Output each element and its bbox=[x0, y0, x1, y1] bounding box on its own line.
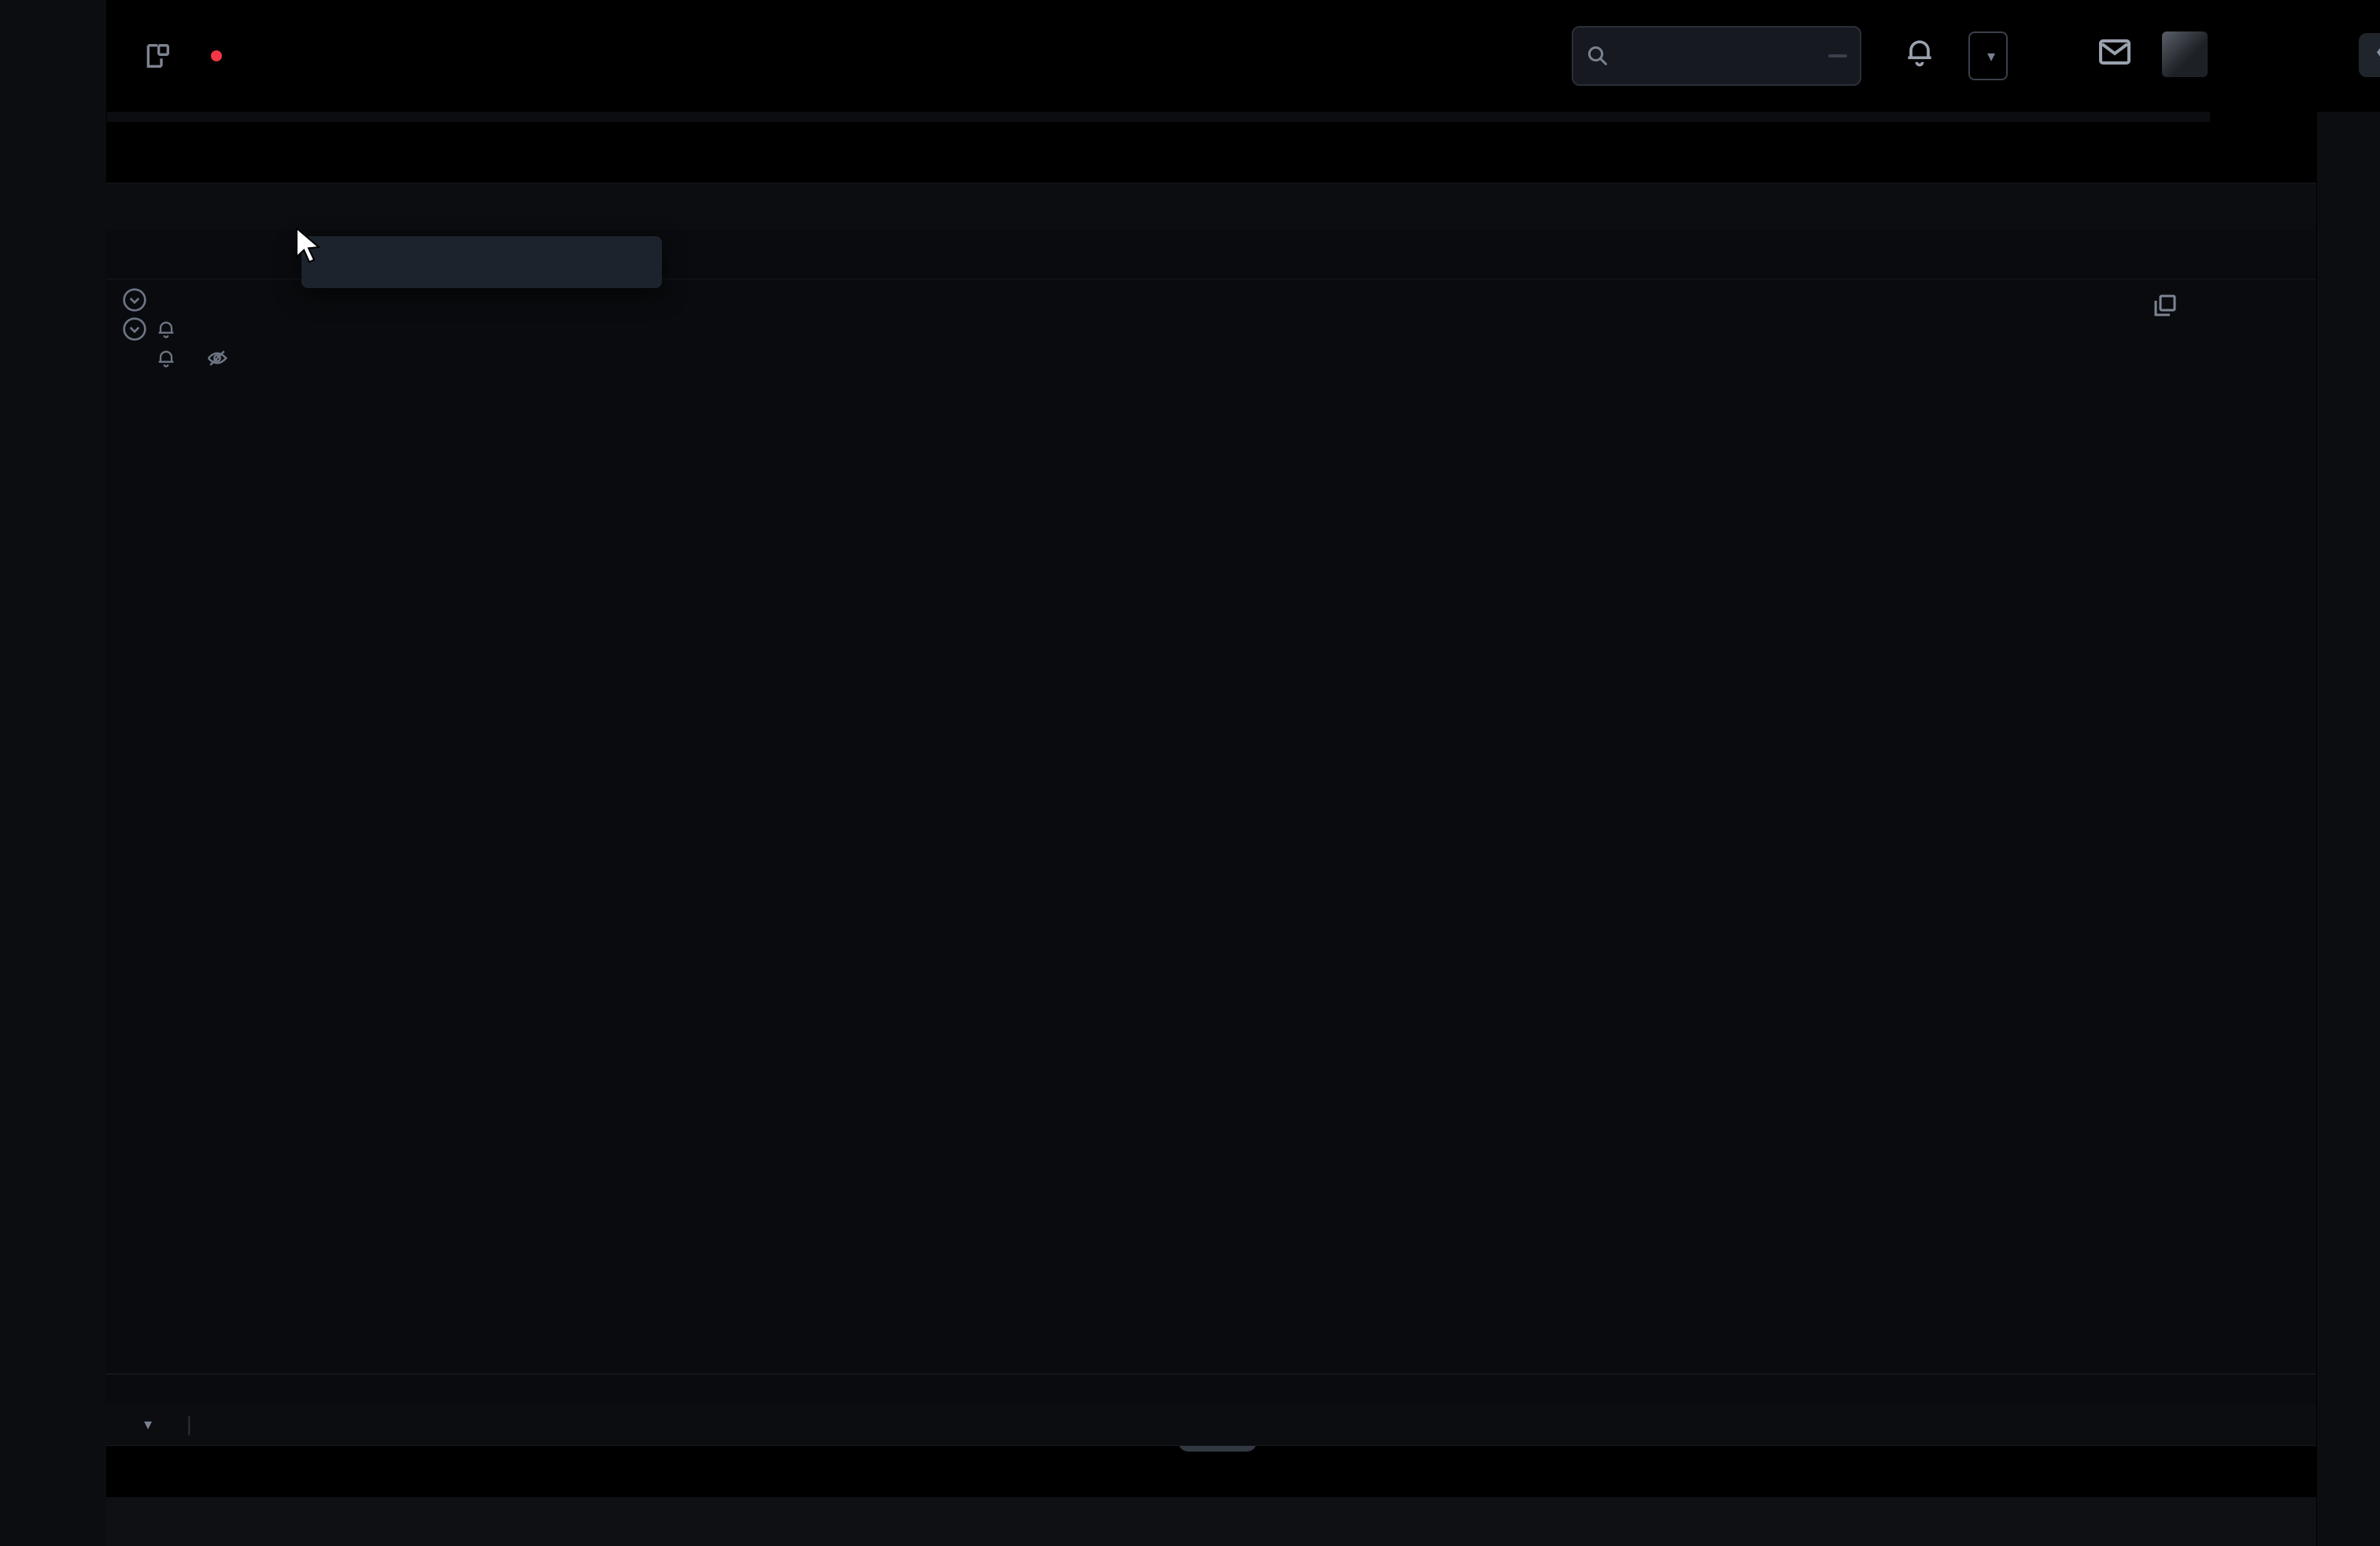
diamond-icon bbox=[2373, 43, 2380, 67]
search-input[interactable] bbox=[1572, 26, 1861, 86]
replay-tooltip bbox=[301, 236, 662, 288]
avatar[interactable] bbox=[2162, 31, 2208, 77]
announcement-dot bbox=[211, 50, 222, 61]
chart-legend bbox=[122, 285, 229, 372]
left-sidebar bbox=[0, 0, 107, 1546]
top-bar: ▾ bbox=[106, 0, 2380, 112]
date-range-row: ▾ | bbox=[106, 1403, 2316, 1446]
chart-toolbar bbox=[106, 183, 2380, 231]
app-root: ▾ bbox=[0, 0, 2380, 1546]
mail-icon[interactable] bbox=[2096, 33, 2134, 71]
notifications-bell-icon[interactable] bbox=[1902, 35, 1937, 69]
chevron-down-icon: ▾ bbox=[1987, 46, 1995, 66]
right-rail bbox=[2316, 112, 2380, 1546]
mouse-cursor bbox=[292, 227, 323, 263]
search-hotkey bbox=[1828, 54, 1847, 57]
announcement-bar[interactable] bbox=[142, 0, 236, 112]
collapse-circle-icon[interactable] bbox=[122, 316, 147, 342]
status-bar bbox=[106, 1496, 2316, 1546]
chart-region bbox=[106, 230, 2316, 1403]
alert-bell-icon[interactable] bbox=[155, 347, 177, 369]
chevron-down-icon: ▾ bbox=[144, 1415, 152, 1434]
currency-select[interactable]: ▾ bbox=[1968, 31, 2008, 80]
alert-bell-icon[interactable] bbox=[155, 318, 177, 340]
candlestick-chart[interactable] bbox=[106, 230, 2316, 1403]
chart-restore-icon[interactable] bbox=[2151, 291, 2179, 320]
eye-off-icon[interactable] bbox=[205, 346, 229, 370]
collapse-circle-icon[interactable] bbox=[122, 287, 147, 313]
search-icon bbox=[1586, 44, 1609, 68]
window-share-icon[interactable] bbox=[142, 40, 173, 72]
vip-status-badge[interactable] bbox=[2359, 33, 2380, 77]
